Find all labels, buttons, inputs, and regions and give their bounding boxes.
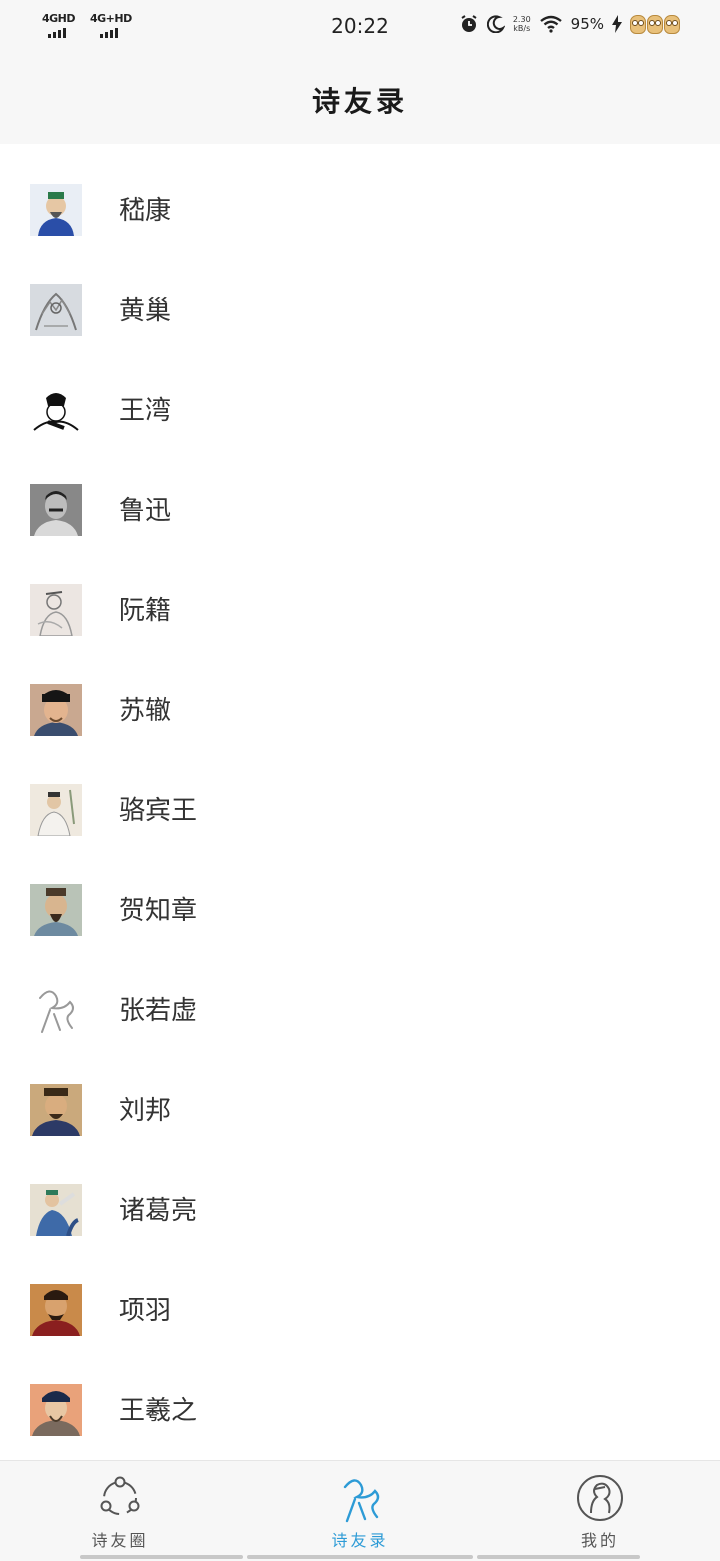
avatar xyxy=(30,1184,82,1236)
list-item[interactable]: 嵇康 xyxy=(0,144,720,244)
avatar xyxy=(30,184,82,236)
list-item[interactable]: 骆宾王 xyxy=(0,744,720,844)
contact-name: 王湾 xyxy=(119,396,172,426)
contact-name: 贺知章 xyxy=(119,896,198,926)
avatar xyxy=(30,1084,82,1136)
tab-label: 诗友圈 xyxy=(91,1531,149,1550)
battery-level: 95% xyxy=(570,15,604,33)
page-title: 诗友录 xyxy=(311,85,408,118)
list-item[interactable]: 黄巢 xyxy=(0,244,720,344)
alarm-icon xyxy=(461,15,477,32)
avatar xyxy=(30,1384,82,1436)
status-bar: 4GHD 4G+HD 20:22 2.30 kB/s 95% xyxy=(0,0,720,54)
avatar xyxy=(30,484,82,536)
share-circle-icon xyxy=(100,1476,140,1515)
avatar xyxy=(30,384,82,436)
bottom-tab-bar: 诗友圈 诗友录 我的 xyxy=(0,1460,720,1561)
list-item[interactable]: 苏辙 xyxy=(0,644,720,744)
avatar xyxy=(30,1284,82,1336)
avatar xyxy=(30,684,82,736)
tab-poet-circle[interactable]: 诗友圈 xyxy=(0,1461,240,1561)
tab-mine[interactable]: 我的 xyxy=(480,1461,720,1561)
avatar xyxy=(30,784,82,836)
speed-unit: kB/s xyxy=(513,24,531,33)
tab-divider xyxy=(247,1555,473,1559)
avatar xyxy=(30,584,82,636)
list-item[interactable]: 诸葛亮 xyxy=(0,1144,720,1244)
contact-name: 鲁迅 xyxy=(119,496,172,526)
moon-icon xyxy=(486,15,505,33)
contact-name: 骆宾王 xyxy=(119,796,198,826)
avatar xyxy=(30,984,82,1036)
contact-name: 王羲之 xyxy=(119,1396,198,1426)
tab-label: 我的 xyxy=(580,1531,619,1550)
list-item[interactable]: 王羲之 xyxy=(0,1344,720,1444)
poet-contact-list[interactable]: 嵇康 黄巢 王湾 鲁迅 阮籍 苏辙 骆宾王 贺知章 张若虚 刘邦 诸葛亮 项羽 … xyxy=(0,144,720,1460)
network-speed: 2.30 kB/s xyxy=(513,15,531,33)
avatar xyxy=(30,884,82,936)
contact-name: 项羽 xyxy=(119,1296,172,1326)
list-item[interactable]: 鲁迅 xyxy=(0,444,720,544)
tab-poet-directory[interactable]: 诗友录 xyxy=(240,1461,480,1561)
contact-name: 嵇康 xyxy=(119,196,172,226)
contact-name: 刘邦 xyxy=(119,1096,172,1126)
list-item[interactable]: 张若虚 xyxy=(0,944,720,1044)
contact-name: 张若虚 xyxy=(119,996,198,1026)
avatar xyxy=(30,284,82,336)
wifi-icon xyxy=(539,15,562,33)
list-item[interactable]: 王湾 xyxy=(0,344,720,444)
poet-figure-icon xyxy=(343,1479,380,1523)
tab-divider xyxy=(80,1555,243,1559)
charging-icon xyxy=(612,15,622,33)
tab-label: 诗友录 xyxy=(331,1531,389,1550)
owl-decoration-icon xyxy=(630,14,680,34)
contact-name: 阮籍 xyxy=(119,596,172,626)
list-item[interactable]: 阮籍 xyxy=(0,544,720,644)
contact-name: 苏辙 xyxy=(119,696,172,726)
speed-value: 2.30 xyxy=(512,15,531,24)
list-item[interactable]: 贺知章 xyxy=(0,844,720,944)
profile-portrait-icon xyxy=(577,1475,623,1521)
contact-name: 黄巢 xyxy=(119,296,172,326)
list-item[interactable]: 项羽 xyxy=(0,1244,720,1344)
list-item[interactable]: 刘邦 xyxy=(0,1044,720,1144)
tab-divider xyxy=(477,1555,640,1559)
top-navbar: 诗友录 xyxy=(0,54,720,144)
contact-name: 诸葛亮 xyxy=(119,1196,198,1226)
